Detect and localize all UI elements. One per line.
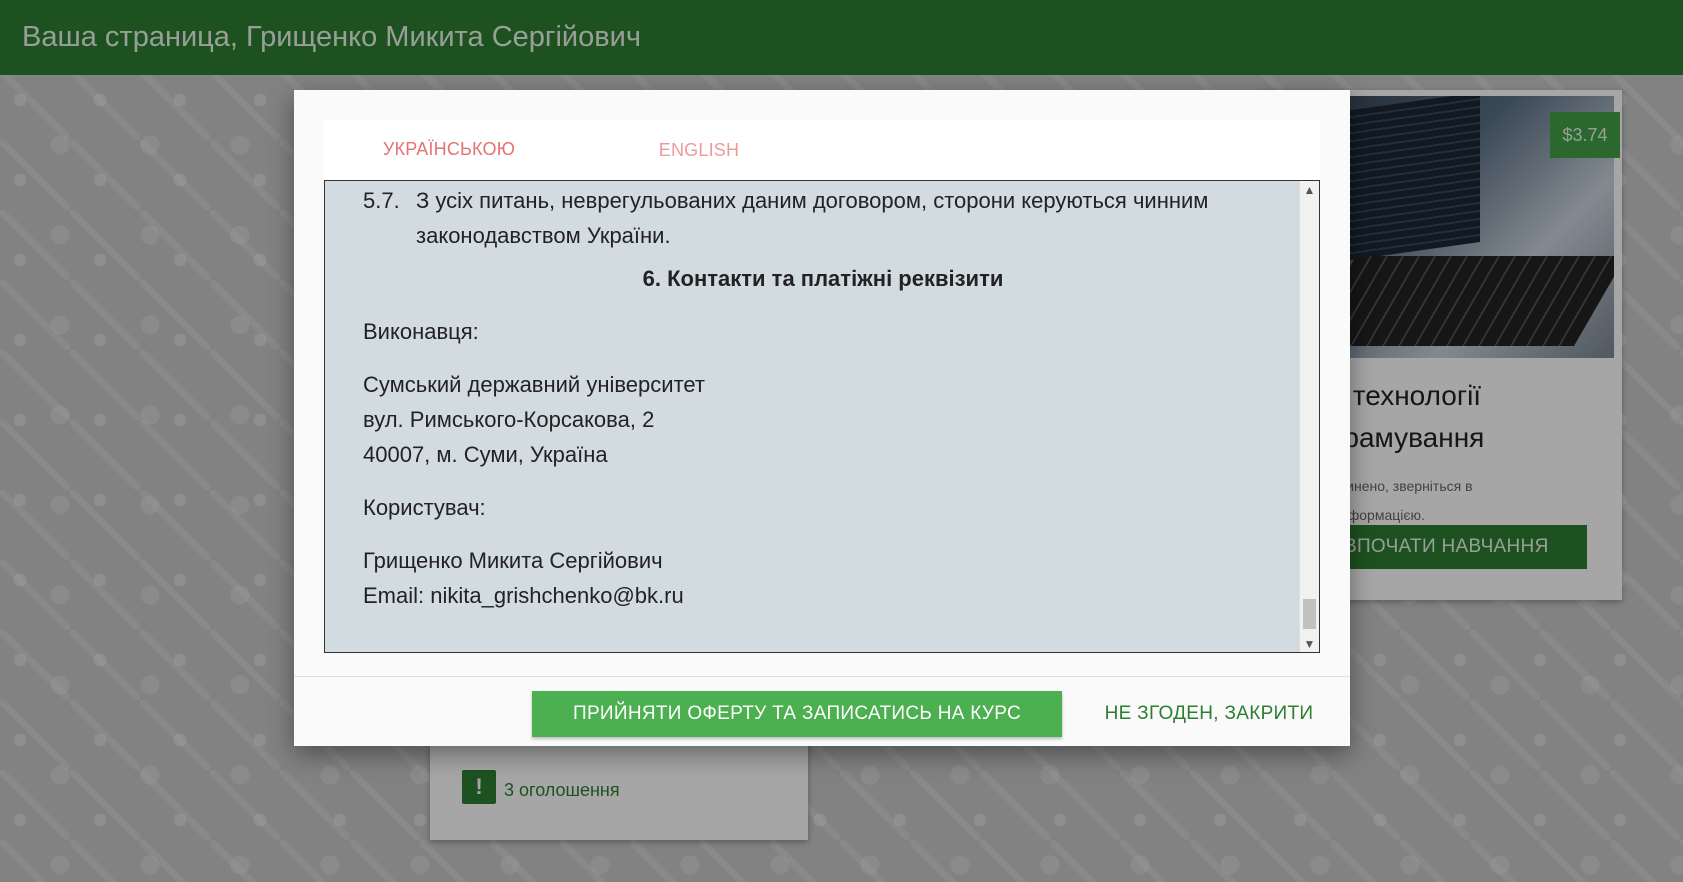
scroll-thumb[interactable] <box>1303 599 1316 629</box>
clause: 5.7. З усіх питань, неврегульованих дани… <box>363 183 1283 253</box>
scroll-up-icon[interactable]: ▲ <box>1300 181 1319 198</box>
user-label: Користувач: <box>363 495 486 520</box>
scrollbar[interactable]: ▲ ▼ <box>1299 181 1319 652</box>
executor-city: 40007, м. Суми, Україна <box>363 442 608 467</box>
modal-footer: ПРИЙНЯТИ ОФЕРТУ ТА ЗАПИСАТИСЬ НА КУРС НЕ… <box>294 676 1350 746</box>
accept-offer-button[interactable]: ПРИЙНЯТИ ОФЕРТУ ТА ЗАПИСАТИСЬ НА КУРС <box>532 691 1062 737</box>
clause-number: 5.7. <box>363 188 400 213</box>
executor-name: Сумський державний університет <box>363 372 705 397</box>
user-name: Грищенко Микита Сергійович <box>363 548 663 573</box>
section-heading: 6. Контакти та платіжні реквізити <box>642 266 1004 291</box>
executor-label: Виконавця: <box>363 319 479 344</box>
executor-address: Сумський державний університет вул. Римс… <box>363 367 1283 472</box>
tab-english[interactable]: ENGLISH <box>574 120 824 180</box>
user-details: Грищенко Микита Сергійович Email: nikita… <box>363 543 1283 613</box>
tab-ukrainian[interactable]: УКРАЇНСЬКОЮ <box>324 120 574 180</box>
offer-text-area[interactable]: 5.7. З усіх питань, неврегульованих дани… <box>324 180 1320 653</box>
user-email: Email: nikita_grishchenko@bk.ru <box>363 583 684 608</box>
offer-modal: УКРАЇНСЬКОЮ ENGLISH 5.7. З усіх питань, … <box>294 90 1350 746</box>
offer-content: 5.7. З усіх питань, неврегульованих дани… <box>363 181 1283 613</box>
scroll-down-icon[interactable]: ▼ <box>1300 635 1319 652</box>
clause-text: З усіх питань, неврегульованих даним дог… <box>416 188 1209 248</box>
decline-close-button[interactable]: НЕ ЗГОДЕН, ЗАКРИТИ <box>1094 691 1324 737</box>
language-tabs: УКРАЇНСЬКОЮ ENGLISH <box>324 120 1320 180</box>
executor-street: вул. Римського-Корсакова, 2 <box>363 407 655 432</box>
